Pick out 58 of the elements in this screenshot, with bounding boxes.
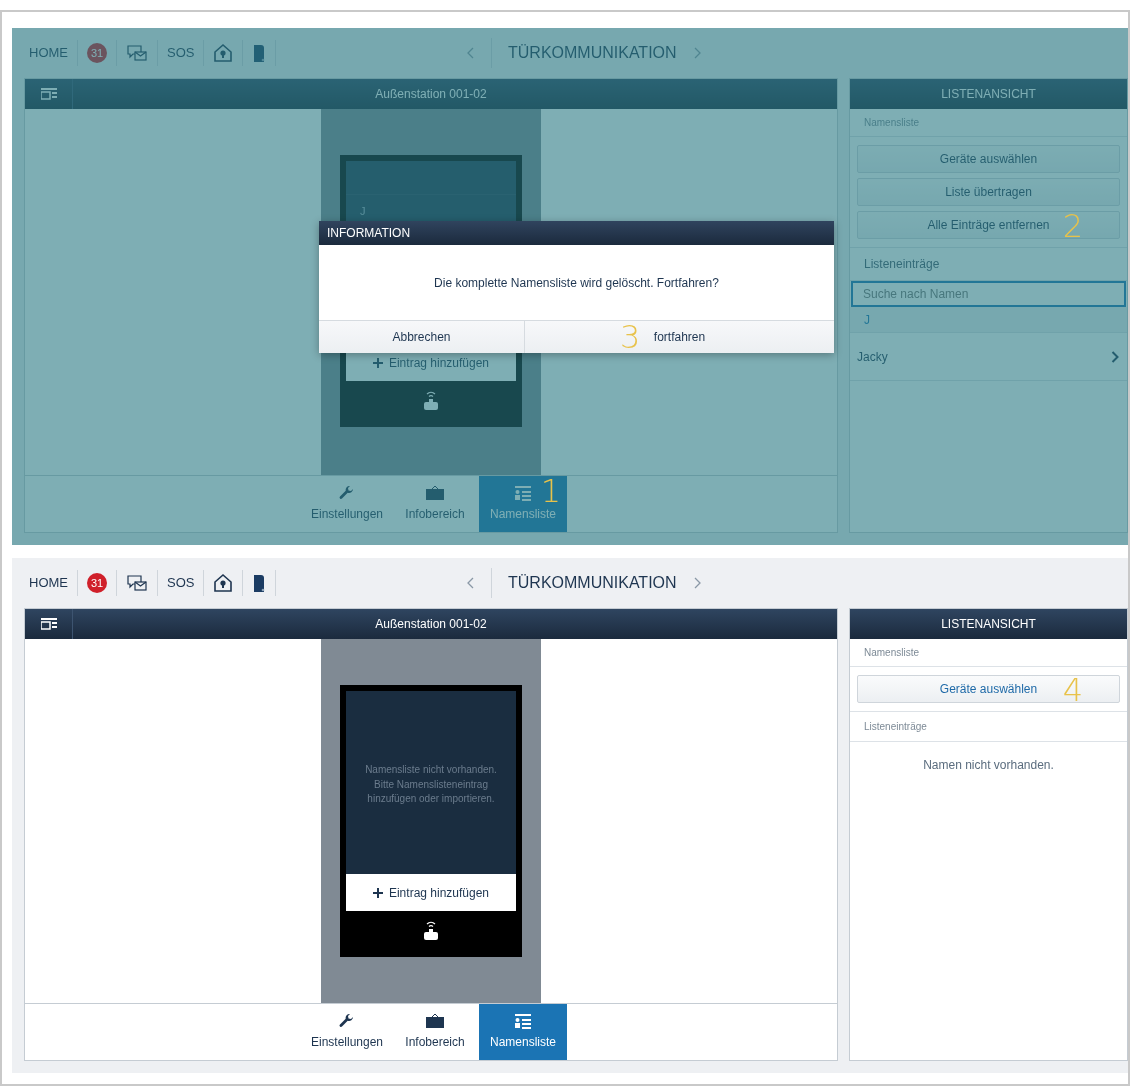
nav-link-text[interactable]: SOS — [167, 43, 195, 63]
plus-icon — [372, 357, 383, 368]
empty-names-message: Namen nicht vorhanden. — [922, 757, 1055, 774]
name-list-entry[interactable]: Jacky — [850, 333, 1127, 381]
list-action-button[interactable]: Geräte auswählen — [857, 145, 1120, 173]
panel-title: LISTENANSICHT — [941, 616, 1036, 633]
name-list-icon — [514, 1013, 532, 1029]
tab[interactable]: Infobereich — [391, 1004, 479, 1060]
name-list-icon — [514, 485, 532, 501]
list-action-button[interactable]: Liste übertragen — [857, 178, 1120, 206]
section-label: Namensliste — [864, 647, 920, 658]
tab[interactable]: Namensliste — [479, 1004, 567, 1060]
page-title: TÜRKOMMUNIKATION — [508, 573, 677, 593]
plus-icon — [372, 887, 383, 898]
list-action-button[interactable]: Alle Einträge entfernen 2 — [857, 211, 1120, 239]
panel-title: Außenstation 001-02 — [375, 87, 487, 101]
section-label: Listeneinträge — [864, 257, 940, 271]
dialog-button[interactable]: Abbrechen — [319, 321, 524, 353]
list-view-icon — [40, 618, 57, 630]
chevron-right-icon[interactable] — [692, 577, 701, 589]
callout-number: 4 — [1062, 676, 1083, 704]
house-icon[interactable] — [213, 573, 234, 593]
add-entry-button[interactable]: Eintrag hinzufügen — [346, 874, 516, 911]
tab[interactable]: Einstellungen — [303, 476, 391, 532]
dialog-message: Die komplette Namensliste wird gelöscht. Fortfahren? — [434, 274, 719, 292]
wrench-icon — [339, 1013, 355, 1029]
panel-title: Außenstation 001-02 — [375, 617, 487, 631]
chevron-right-icon[interactable] — [692, 47, 701, 59]
info-board-icon — [425, 1013, 445, 1029]
chevron-right-icon[interactable] — [1111, 350, 1119, 363]
count-badge[interactable]: 31 — [87, 573, 107, 593]
intercom-icon — [423, 921, 439, 941]
nav-link-text[interactable]: HOME — [29, 43, 68, 63]
wrench-icon — [339, 485, 355, 501]
tab[interactable]: Infobereich — [391, 476, 479, 532]
info-board-icon — [425, 485, 445, 501]
nav-link-text[interactable]: SOS — [167, 573, 195, 593]
page-title: TÜRKOMMUNIKATION — [508, 43, 677, 63]
dialog-button[interactable]: 3 fortfahren — [524, 321, 834, 353]
tab[interactable]: 1 Namensliste — [479, 476, 567, 532]
intercom-icon — [423, 391, 439, 411]
chevron-left-icon[interactable] — [467, 577, 475, 589]
nav-link-text[interactable]: HOME — [29, 573, 68, 593]
messages-icon[interactable] — [126, 574, 148, 592]
callout-number: 2 — [1062, 212, 1083, 240]
callout-number: 1 — [540, 477, 561, 505]
entry-name: Jacky — [857, 348, 888, 366]
empty-list-message: Namensliste nicht vorhanden. Bitte Namenslisteneintrag hinzufügen oder importieren. — [364, 763, 498, 806]
list-view-icon — [40, 88, 57, 100]
section-label: Listeneinträge — [864, 721, 927, 732]
count-badge[interactable]: 31 — [87, 43, 107, 63]
list-action-button[interactable]: Geräte auswählen 4 — [857, 675, 1120, 703]
panel-title: LISTENANSICHT — [941, 86, 1036, 103]
tab[interactable]: Einstellungen — [303, 1004, 391, 1060]
door-icon[interactable] — [252, 573, 267, 593]
group-letter: J — [864, 311, 870, 329]
callout-number: 3 — [620, 323, 641, 351]
chevron-left-icon[interactable] — [467, 47, 475, 59]
